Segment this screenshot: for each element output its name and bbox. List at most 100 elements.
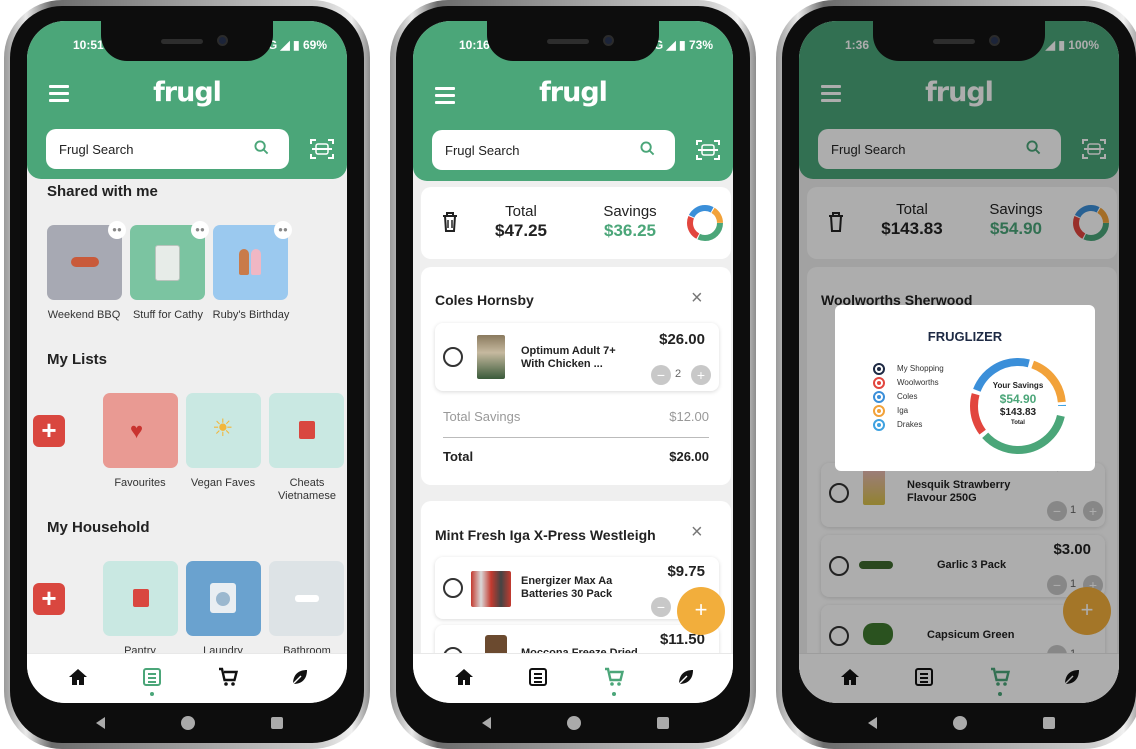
back-icon[interactable] [96,717,105,729]
shared-list-tile[interactable]: ●● [47,221,126,300]
heart-icon: ♥ [130,418,144,443]
total-savings-label: Total Savings [443,409,521,424]
list-tile-favourites[interactable]: ♥ [103,393,178,468]
decrease-qty-button[interactable]: − [651,597,671,617]
lists-icon[interactable] [527,666,549,688]
increase-qty-button[interactable]: + [691,365,711,385]
shared-list-label: Weekend BBQ [47,309,121,321]
search-input[interactable]: Frugl Search [46,129,289,169]
shared-users-icon: ●● [274,221,292,239]
search-icon[interactable] [254,140,269,155]
total-label: Total [505,203,537,220]
total-value: $47.25 [495,221,547,240]
modal-title: FRUGLIZER [927,329,1003,344]
status-time: 10:51 [73,38,104,52]
store-total-value: $26.00 [669,449,709,464]
barcode-scan-icon[interactable] [309,137,335,161]
home-button-icon[interactable] [953,716,967,730]
legend-dot-icon [873,391,885,403]
phone-1: 10:51 4G ◢ ▮ 69% frugl Frugl Search Shar… [4,0,370,749]
trash-icon[interactable] [441,211,459,233]
recents-icon[interactable] [1043,717,1055,729]
legend-label: Drakes [897,420,923,429]
back-icon[interactable] [868,717,877,729]
search-icon[interactable] [640,141,655,156]
add-item-button[interactable]: + [677,587,725,635]
legend-label: Coles [897,392,918,401]
lists-icon[interactable] [141,666,163,696]
cart-icon[interactable] [603,666,625,696]
search-input[interactable]: Frugl Search [432,130,675,170]
legend-item: Iga [873,404,973,418]
list-label: Vegan Faves [190,477,256,489]
phone-2: 10:16 4G ◢ ▮ 73% frugl Frugl Search Tota… [390,0,756,749]
my-lists-title: My Lists [47,351,108,368]
ice-cream-icon [239,249,249,275]
leaf-icon[interactable] [289,666,311,688]
household-tile-laundry[interactable] [186,561,261,636]
item-name: Energizer Max Aa Batteries 30 Pack [521,575,613,600]
shared-list-tile[interactable]: ●● [130,221,209,300]
recents-icon[interactable] [271,717,283,729]
household-tile-bathroom[interactable] [269,561,344,636]
system-nav-bar [10,703,364,743]
close-store-icon[interactable]: × [691,287,703,310]
legend-dot-icon [873,377,885,389]
shared-users-icon: ●● [191,221,209,239]
shared-users-icon: ●● [108,221,126,239]
list-label: Cheats Vietnamese [278,477,336,502]
app-logo: frugl [539,77,608,108]
legend-dot-icon [873,363,885,375]
bathroom-icon [295,595,319,602]
bbq-icon [71,257,99,267]
status-time: 10:16 [459,38,490,52]
savings-value: $36.25 [604,221,656,240]
savings-donut-chart [970,358,1066,454]
home-icon[interactable] [453,666,475,688]
totals-card: Total $47.25 Savings $36.25 [421,187,731,259]
close-store-icon[interactable]: × [691,521,703,544]
legend-label: My Shopping [897,364,944,373]
modal-savings-value: $54.90 [999,392,1037,406]
system-nav-bar [782,703,1136,743]
list-tile-cheats[interactable] [269,393,344,468]
savings-label: Savings [603,203,657,220]
washing-machine-icon [210,583,236,613]
store-card: Coles Hornsby × Optimum Adult 7+ With Ch… [421,267,731,485]
modal-total-label: Total [1011,420,1025,426]
barcode-scan-icon[interactable] [695,138,721,162]
divider [443,437,709,438]
leaf-icon[interactable] [675,666,697,688]
legend-item: My Shopping [873,362,973,376]
ice-cream-icon [251,249,261,275]
shared-list-label: Stuff for Cathy [132,309,204,321]
home-button-icon[interactable] [567,716,581,730]
item-qty: 2 [675,368,682,380]
search-placeholder: Frugl Search [445,143,520,158]
savings-donut-icon[interactable] [685,203,725,243]
add-household-button[interactable]: + [33,583,65,615]
recents-icon[interactable] [657,717,669,729]
legend-label: Woolworths [897,378,939,387]
cart-item[interactable]: Optimum Adult 7+ With Chicken ... $26.00… [435,323,719,391]
decrease-qty-button[interactable]: − [651,365,671,385]
home-icon[interactable] [67,666,89,688]
bottom-nav [27,653,347,703]
system-nav-bar [396,703,750,743]
add-list-button[interactable]: + [33,415,65,447]
your-savings-label: Your Savings [992,381,1044,390]
item-checkbox[interactable] [443,578,463,598]
shared-list-tile[interactable]: ●● [213,221,292,300]
phone-3: 1:36 4G ◢ ▮ 100% frugl Frugl Search Tota… [776,0,1136,749]
back-icon[interactable] [482,717,491,729]
list-tile-vegan[interactable]: ☀ [186,393,261,468]
household-tile-pantry[interactable] [103,561,178,636]
cart-icon[interactable] [217,666,239,688]
sun-icon: ☀ [212,415,234,442]
store-name: Coles Hornsby [435,292,534,308]
home-button-icon[interactable] [181,716,195,730]
pantry-icon [133,589,149,607]
legend-label: Iga [897,406,909,415]
item-checkbox[interactable] [443,347,463,367]
store-total-label: Total [443,449,474,464]
